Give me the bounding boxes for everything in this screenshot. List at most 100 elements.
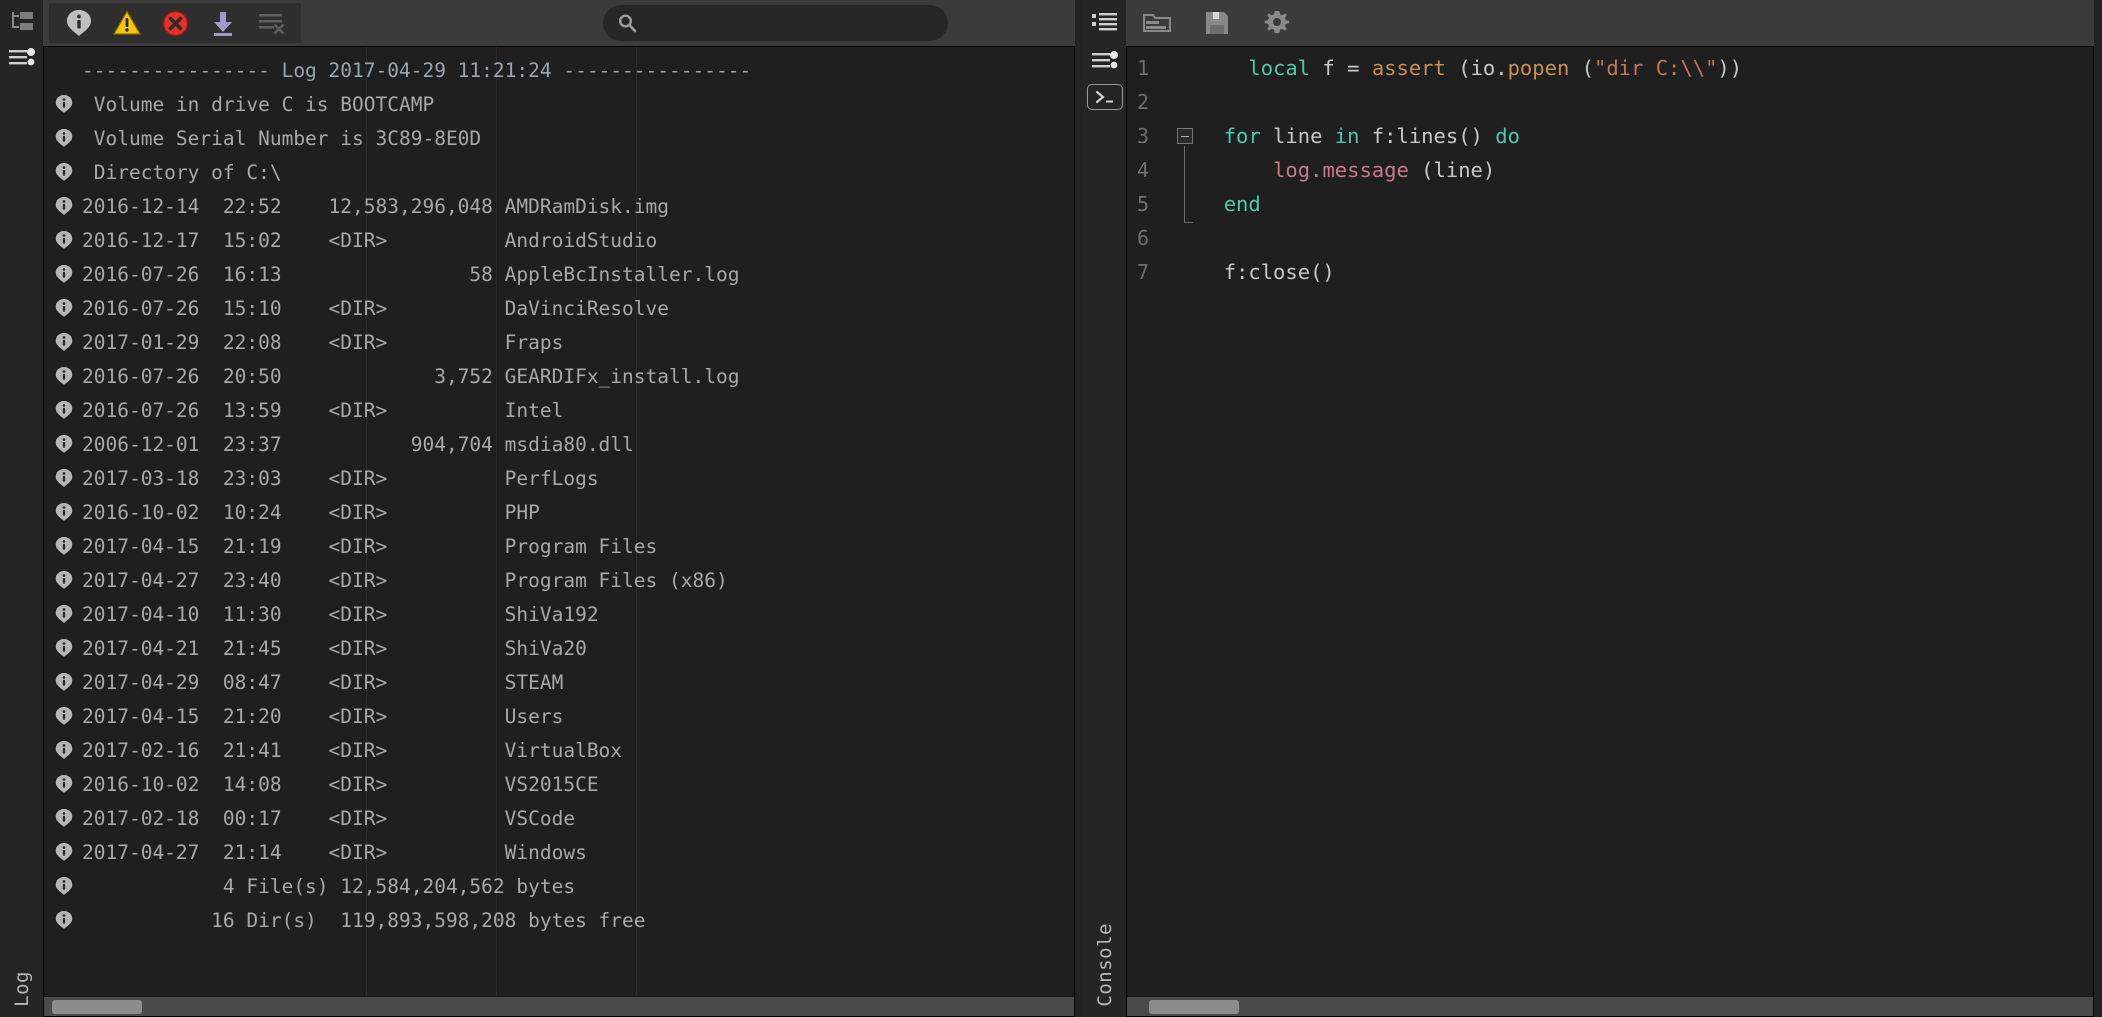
settings-button[interactable] xyxy=(1260,6,1294,40)
code-token: f:close() xyxy=(1223,260,1335,284)
save-button[interactable] xyxy=(1200,6,1234,40)
log-row-text: 2017-04-15 21:19 <DIR> Program Files xyxy=(82,534,658,558)
filter-error-button[interactable] xyxy=(151,3,199,43)
clear-log-button[interactable] xyxy=(247,3,295,43)
log-filter-icon[interactable] xyxy=(1086,42,1124,80)
log-row[interactable]: 2016-07-26 16:13 58 AppleBcInstaller.log xyxy=(44,257,1074,291)
info-icon xyxy=(44,196,78,216)
log-row[interactable]: 2017-03-18 23:03 <DIR> PerfLogs xyxy=(44,461,1074,495)
code-lines[interactable]: local f = assert (io.popen ("dir C:\\"))… xyxy=(1199,51,2093,996)
script-editor-panel: 1234567 local f = assert (io.popen ("dir… xyxy=(1126,0,2102,1017)
code-line[interactable] xyxy=(1199,221,2093,255)
code-line[interactable]: log.message (line) xyxy=(1199,153,2093,187)
log-row-text: 2017-04-27 23:40 <DIR> Program Files (x8… xyxy=(82,568,728,592)
folder-open-icon xyxy=(1142,11,1172,35)
log-row[interactable]: 16 Dir(s) 119,893,598,208 bytes free xyxy=(44,903,1074,937)
info-icon xyxy=(44,672,78,692)
code-token: () xyxy=(1458,124,1496,148)
filter-warning-button[interactable] xyxy=(103,3,151,43)
ide-window: Log ---------------- Log 2017-04-29 11:2… xyxy=(0,0,2102,1017)
log-row[interactable]: 2017-01-29 22:08 <DIR> Fraps xyxy=(44,325,1074,359)
log-row[interactable]: 2017-02-16 21:41 <DIR> VirtualBox xyxy=(44,733,1074,767)
log-search-box[interactable] xyxy=(603,5,948,41)
code-token: end xyxy=(1223,192,1261,216)
editor-hscroll-thumb[interactable] xyxy=(1149,1000,1239,1014)
filter-info-button[interactable] xyxy=(55,3,103,43)
info-icon xyxy=(44,570,78,590)
info-icon xyxy=(66,9,92,37)
info-icon xyxy=(44,774,78,794)
log-row[interactable]: Directory of C:\ xyxy=(44,155,1074,189)
left-rail-label: Log xyxy=(10,971,33,1007)
log-toolbar xyxy=(43,0,1075,46)
log-row-text: 2016-07-26 13:59 <DIR> Intel xyxy=(82,398,564,422)
error-icon xyxy=(162,10,189,37)
log-row[interactable]: 2017-04-27 23:40 <DIR> Program Files (x8… xyxy=(44,563,1074,597)
log-row-text: 2016-10-02 14:08 <DIR> VS2015CE xyxy=(82,772,599,796)
info-icon xyxy=(44,128,78,148)
warning-icon xyxy=(113,10,141,36)
log-row[interactable]: 2017-02-18 00:17 <DIR> VSCode xyxy=(44,801,1074,835)
log-hscrollbar[interactable] xyxy=(44,996,1074,1016)
log-row[interactable]: 2017-04-27 21:14 <DIR> Windows xyxy=(44,835,1074,869)
code-line[interactable]: end xyxy=(1199,187,2093,221)
log-list-icon[interactable] xyxy=(1086,4,1124,42)
code-line[interactable]: f:close() xyxy=(1199,255,2093,289)
log-row[interactable]: 4 File(s) 12,584,204,562 bytes xyxy=(44,869,1074,903)
log-row[interactable]: Volume Serial Number is 3C89-8E0D xyxy=(44,121,1074,155)
line-number-gutter: 1 2 3 4 5 6 7 xyxy=(1127,51,1173,996)
log-row[interactable]: 2006-12-01 23:37 904,704 msdia80.dll xyxy=(44,427,1074,461)
log-row-text: 2017-02-18 00:17 <DIR> VSCode xyxy=(82,806,576,830)
info-icon xyxy=(44,876,78,896)
log-search-input[interactable] xyxy=(645,14,925,32)
clear-list-icon xyxy=(257,11,285,35)
fold-toggle-icon[interactable] xyxy=(1177,128,1193,144)
code-area[interactable]: 1234567 local f = assert (io.popen ("dir… xyxy=(1127,47,2093,996)
log-row[interactable]: Volume in drive C is BOOTCAMP xyxy=(44,87,1074,121)
hierarchy-tree-icon[interactable] xyxy=(4,4,40,40)
code-token: . xyxy=(1495,56,1508,80)
log-row[interactable]: 2017-04-29 08:47 <DIR> STEAM xyxy=(44,665,1074,699)
log-row-text: 2017-01-29 22:08 <DIR> Fraps xyxy=(82,330,564,354)
code-token: ( xyxy=(1445,56,1471,80)
code-line[interactable] xyxy=(1199,85,2093,119)
log-rows[interactable]: ---------------- Log 2017-04-29 11:21:24… xyxy=(44,47,1074,996)
log-row-text: 2016-12-14 22:52 12,583,296,048 AMDRamDi… xyxy=(82,194,669,218)
log-row-text: 2016-10-02 10:24 <DIR> PHP xyxy=(82,500,540,524)
log-row[interactable]: 2016-12-17 15:02 <DIR> AndroidStudio xyxy=(44,223,1074,257)
code-fold-column[interactable] xyxy=(1173,51,1199,996)
log-row[interactable]: 2016-07-26 13:59 <DIR> Intel xyxy=(44,393,1074,427)
log-row[interactable]: 2016-12-14 22:52 12,583,296,048 AMDRamDi… xyxy=(44,189,1074,223)
code-line[interactable]: local f = assert (io.popen ("dir C:\\")) xyxy=(1199,51,2093,85)
open-folder-button[interactable] xyxy=(1140,6,1174,40)
save-disk-icon xyxy=(1204,10,1230,36)
log-settings-icon[interactable] xyxy=(4,40,40,76)
log-row[interactable]: 2017-04-21 21:45 <DIR> ShiVa20 xyxy=(44,631,1074,665)
log-row[interactable]: 2016-10-02 10:24 <DIR> PHP xyxy=(44,495,1074,529)
log-row[interactable]: 2017-04-10 11:30 <DIR> ShiVa192 xyxy=(44,597,1074,631)
log-row[interactable]: 2016-07-26 15:10 <DIR> DaVinciResolve xyxy=(44,291,1074,325)
info-icon xyxy=(44,808,78,828)
editor-toolbar xyxy=(1126,0,2094,46)
code-token: log xyxy=(1273,158,1311,182)
log-row-text: 2016-07-26 20:50 3,752 GEARDIFx_install.… xyxy=(82,364,740,388)
middle-rail-label: Console xyxy=(1093,923,1116,1007)
log-row-text: 2016-12-17 15:02 <DIR> AndroidStudio xyxy=(82,228,658,252)
log-row[interactable]: 2016-07-26 20:50 3,752 GEARDIFx_install.… xyxy=(44,359,1074,393)
code-token: assert xyxy=(1371,56,1446,80)
info-icon xyxy=(44,298,78,318)
log-row[interactable]: 2017-04-15 21:20 <DIR> Users xyxy=(44,699,1074,733)
code-line[interactable]: for line in f:lines() do xyxy=(1199,119,2093,153)
line-number: 4 xyxy=(1137,158,1150,182)
info-icon xyxy=(44,706,78,726)
log-hscroll-thumb[interactable] xyxy=(52,1000,142,1014)
log-row-text: 2017-03-18 23:03 <DIR> PerfLogs xyxy=(82,466,599,490)
export-log-button[interactable] xyxy=(199,3,247,43)
editor-hscrollbar[interactable] xyxy=(1127,996,2093,1016)
log-row[interactable]: 2016-10-02 14:08 <DIR> VS2015CE xyxy=(44,767,1074,801)
log-panel: ---------------- Log 2017-04-29 11:21:24… xyxy=(43,0,1083,1017)
console-prompt-icon[interactable] xyxy=(1086,84,1123,110)
code-token: popen xyxy=(1507,56,1570,80)
log-row[interactable]: 2017-04-15 21:19 <DIR> Program Files xyxy=(44,529,1074,563)
